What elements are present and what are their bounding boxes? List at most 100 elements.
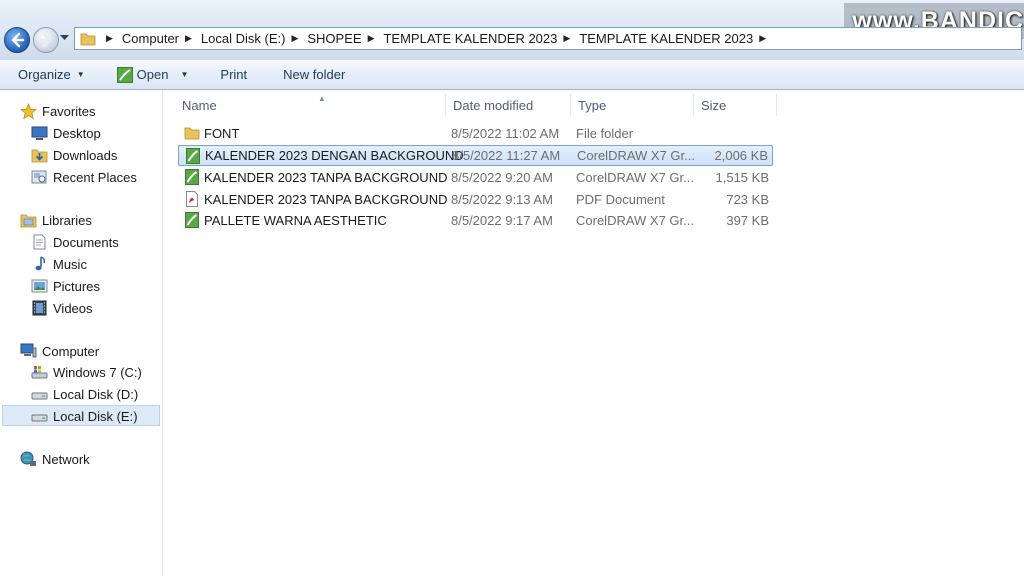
nav-music[interactable]: Music xyxy=(31,253,87,275)
nav-label: Local Disk (D:) xyxy=(53,386,139,402)
pdf-file-icon xyxy=(186,191,198,207)
nav-label: Videos xyxy=(53,300,93,316)
file-name: FONT xyxy=(204,126,240,141)
nav-label: Music xyxy=(53,256,87,272)
breadcrumb-local-disk-e[interactable]: Local Disk (E:) xyxy=(201,31,286,46)
breadcrumb-arrow-icon[interactable]: ▶ xyxy=(291,33,298,44)
file-row-selected[interactable]: KALENDER 2023 DENGAN BACKGROUND 8/5/2022… xyxy=(178,145,773,166)
file-type: PDF Document xyxy=(576,192,665,207)
address-bar[interactable]: ▶ Computer ▶ Local Disk (E:) ▶ SHOPEE ▶ … xyxy=(74,27,1022,50)
file-type: CorelDRAW X7 Gr... xyxy=(576,170,694,185)
file-name: PALLETE WARNA AESTHETIC xyxy=(204,213,387,228)
print-label: Print xyxy=(220,67,248,82)
column-header-name[interactable]: Name ▲ xyxy=(175,94,446,116)
nav-label: Computer xyxy=(42,343,100,359)
column-header-label: Type xyxy=(578,97,607,113)
nav-desktop[interactable]: Desktop xyxy=(31,122,101,144)
nav-libraries[interactable]: Libraries xyxy=(20,209,92,231)
coreldraw-icon xyxy=(116,66,133,83)
documents-icon xyxy=(31,234,48,250)
windows-drive-icon xyxy=(31,364,48,380)
column-header-label: Date modified xyxy=(453,97,534,113)
hard-drive-icon xyxy=(31,408,48,424)
coreldraw-file-icon xyxy=(185,212,199,228)
column-header-type[interactable]: Type xyxy=(571,94,694,116)
nav-label: Desktop xyxy=(53,125,101,141)
hard-drive-icon xyxy=(31,386,48,402)
nav-drive-d[interactable]: Local Disk (D:) xyxy=(31,383,138,405)
file-type: File folder xyxy=(576,126,634,141)
file-type: CorelDRAW X7 Gr... xyxy=(577,148,695,163)
file-row[interactable]: KALENDER 2023 TANPA BACKGROUND 8/5/2022 … xyxy=(178,167,773,188)
breadcrumb-arrow-icon[interactable]: ▶ xyxy=(368,33,375,44)
nav-recent-places[interactable]: Recent Places xyxy=(31,166,137,188)
breadcrumb-template-kalender-current[interactable]: TEMPLATE KALENDER 2023 xyxy=(579,31,753,46)
network-globe-icon xyxy=(20,451,37,467)
nav-drive-c[interactable]: Windows 7 (C:) xyxy=(31,361,142,383)
file-date: 8/5/2022 11:02 AM xyxy=(451,126,560,141)
file-type: CorelDRAW X7 Gr... xyxy=(576,213,694,228)
breadcrumb-arrow-icon[interactable]: ▶ xyxy=(759,33,766,44)
nav-pictures[interactable]: Pictures xyxy=(31,275,100,297)
downloads-folder-icon xyxy=(31,147,48,163)
new-folder-button[interactable]: New folder xyxy=(276,63,352,87)
forward-button[interactable] xyxy=(33,27,59,53)
organize-label: Organize xyxy=(18,67,71,82)
recent-places-icon xyxy=(31,169,48,185)
file-list-pane: Name ▲ Date modified Type Size FONT 8/5/… xyxy=(163,90,1024,576)
command-toolbar: Organize ▼ Open ▼ Print New folder xyxy=(0,60,1024,90)
nav-downloads[interactable]: Downloads xyxy=(31,144,117,166)
column-header-size[interactable]: Size xyxy=(694,94,777,116)
new-folder-label: New folder xyxy=(283,67,346,82)
nav-label: Network xyxy=(42,451,90,467)
file-size: 2,006 KB xyxy=(714,148,769,163)
desktop-icon xyxy=(31,126,48,141)
nav-label: Windows 7 (C:) xyxy=(53,364,142,380)
back-button[interactable] xyxy=(4,27,30,53)
nav-label: Documents xyxy=(53,234,119,250)
chevron-down-icon[interactable]: ▼ xyxy=(180,70,188,79)
nav-computer[interactable]: Computer xyxy=(20,340,99,362)
nav-label: Favorites xyxy=(42,103,96,119)
nav-favorites[interactable]: Favorites xyxy=(20,100,95,122)
file-size: 723 KB xyxy=(726,192,769,207)
folder-icon xyxy=(184,127,200,140)
print-button[interactable]: Print xyxy=(213,63,254,87)
breadcrumb-arrow-icon[interactable]: ▶ xyxy=(563,33,570,44)
file-date: 8/5/2022 9:17 AM xyxy=(451,213,553,228)
breadcrumb-arrow-icon[interactable]: ▶ xyxy=(185,33,192,44)
pictures-icon xyxy=(31,278,48,294)
breadcrumb-computer[interactable]: Computer xyxy=(122,31,179,46)
file-name: KALENDER 2023 DENGAN BACKGROUND xyxy=(205,148,464,163)
breadcrumb-shopee[interactable]: SHOPEE xyxy=(307,31,361,46)
organize-button[interactable]: Organize ▼ xyxy=(11,63,92,87)
folder-icon xyxy=(80,33,96,45)
nav-documents[interactable]: Documents xyxy=(31,231,119,253)
nav-label: Pictures xyxy=(53,278,100,294)
coreldraw-file-icon xyxy=(185,169,199,185)
navigation-pane: Favorites Desktop Downloads Recent Place… xyxy=(0,90,163,576)
breadcrumb-arrow-icon[interactable]: ▶ xyxy=(106,33,113,44)
chevron-down-icon: ▼ xyxy=(76,70,85,79)
column-header-label: Name xyxy=(182,97,217,113)
file-name: KALENDER 2023 TANPA BACKGROUND xyxy=(204,192,448,207)
nav-network[interactable]: Network xyxy=(20,448,90,470)
file-row[interactable]: PALLETE WARNA AESTHETIC 8/5/2022 9:17 AM… xyxy=(178,210,773,231)
address-bar-strip: www.BANDIC ▶ Computer ▶ Local Disk (E:) … xyxy=(0,0,1024,60)
open-button[interactable]: Open ▼ xyxy=(110,63,196,87)
open-label: Open xyxy=(136,67,169,82)
recent-pages-dropdown-icon[interactable] xyxy=(60,35,69,41)
nav-label: Libraries xyxy=(42,212,92,228)
file-row[interactable]: KALENDER 2023 TANPA BACKGROUND 8/5/2022 … xyxy=(178,189,773,210)
file-size: 1,515 KB xyxy=(715,170,770,185)
file-date: 8/5/2022 9:20 AM xyxy=(451,170,553,185)
nav-drive-e[interactable]: Local Disk (E:) xyxy=(31,405,138,427)
column-header-date[interactable]: Date modified xyxy=(446,94,571,116)
video-film-icon xyxy=(31,300,48,316)
arrow-left-icon xyxy=(11,32,25,48)
file-row[interactable]: FONT 8/5/2022 11:02 AM File folder xyxy=(178,123,773,144)
coreldraw-file-icon xyxy=(186,148,200,164)
breadcrumb-template-kalender[interactable]: TEMPLATE KALENDER 2023 xyxy=(383,31,557,46)
nav-videos[interactable]: Videos xyxy=(31,297,93,319)
file-date: 8/5/2022 9:13 AM xyxy=(451,192,553,207)
